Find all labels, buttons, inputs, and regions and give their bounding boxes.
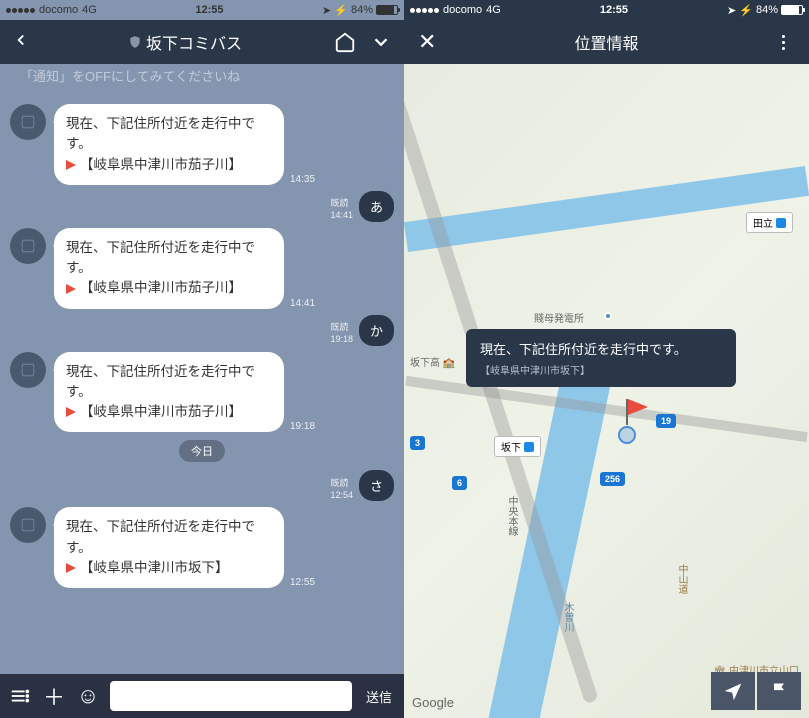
date-separator: 今日 bbox=[179, 440, 225, 462]
status-bar-right: docomo 4G 12:55 ➤ ⚡ 84% bbox=[404, 0, 809, 20]
label-nakasendo: 中山道 bbox=[674, 564, 689, 594]
station-tadachi[interactable]: 田立 bbox=[746, 212, 793, 233]
home-icon[interactable] bbox=[334, 31, 356, 53]
flag-icon bbox=[66, 160, 76, 170]
message-outgoing: 既読12:54 さ bbox=[10, 470, 394, 501]
route-256: 256 bbox=[600, 472, 625, 486]
label-shizumo: 賤母発電所 bbox=[534, 310, 584, 325]
location-pin[interactable] bbox=[626, 399, 628, 425]
bluetooth-icon: ⚡ bbox=[739, 4, 753, 17]
more-icon[interactable] bbox=[771, 35, 795, 50]
message-incoming: 現在、下記住所付近を走行中です。 【岐阜県中津川市茄子川】 14:35 bbox=[10, 104, 394, 185]
close-button[interactable]: ✕ bbox=[418, 29, 442, 55]
location-tooltip[interactable]: 現在、下記住所付近を走行中です。 【岐阜県中津川市坂下】 bbox=[466, 329, 736, 387]
plus-icon[interactable]: ＋ bbox=[42, 684, 66, 708]
send-button[interactable]: 送信 bbox=[362, 687, 396, 706]
avatar[interactable] bbox=[10, 228, 46, 264]
message-outgoing: 既読14:41 あ bbox=[10, 191, 394, 222]
battery-icon bbox=[376, 5, 398, 15]
flag-icon bbox=[66, 407, 76, 417]
station-sakashita[interactable]: 坂下 bbox=[494, 436, 541, 457]
network-label: 4G bbox=[82, 4, 97, 16]
message-time: 14:41 bbox=[290, 298, 315, 309]
avatar[interactable] bbox=[10, 352, 46, 388]
nav-arrow-icon: ➤ bbox=[727, 4, 736, 17]
status-bar-left: docomo 4G 12:55 ➤ ⚡ 84% bbox=[0, 0, 404, 20]
chat-title: 坂下コミバス bbox=[36, 30, 334, 54]
flag-button[interactable] bbox=[757, 672, 801, 710]
google-logo: Google bbox=[412, 695, 454, 710]
gps-marker bbox=[604, 312, 612, 320]
reply-bubble[interactable]: か bbox=[359, 315, 394, 346]
back-button[interactable] bbox=[12, 31, 36, 54]
label-kiso-river: 木曽川 bbox=[560, 602, 575, 632]
message-time: 12:55 bbox=[290, 577, 315, 588]
route-3: 3 bbox=[410, 436, 425, 450]
signal-icon bbox=[6, 8, 35, 13]
location-circle bbox=[618, 426, 636, 444]
bluetooth-icon: ⚡ bbox=[334, 4, 348, 17]
message-incoming: 現在、下記住所付近を走行中です。 【岐阜県中津川市茄子川】 19:18 bbox=[10, 352, 394, 433]
network-label: 4G bbox=[486, 4, 501, 16]
locate-button[interactable] bbox=[711, 672, 755, 710]
chat-screen: docomo 4G 12:55 ➤ ⚡ 84% 坂下コミバス 「通知」をOFFに… bbox=[0, 0, 404, 718]
signal-icon bbox=[410, 8, 439, 13]
message-outgoing: 既読19:18 か bbox=[10, 315, 394, 346]
emoji-icon[interactable]: ☺ bbox=[76, 684, 100, 708]
battery-percent: 84% bbox=[351, 4, 373, 16]
flag-icon bbox=[66, 563, 76, 573]
nav-arrow-icon: ➤ bbox=[322, 4, 331, 17]
message-incoming: 現在、下記住所付近を走行中です。 【岐阜県中津川市茄子川】 14:41 bbox=[10, 228, 394, 309]
input-bar: ＋ ☺ 送信 bbox=[0, 674, 404, 718]
menu-icon[interactable] bbox=[8, 684, 32, 708]
status-time: 12:55 bbox=[501, 4, 727, 16]
message-meta: 既読14:41 bbox=[330, 198, 353, 221]
label-chuo-line: 中央本線 bbox=[504, 496, 519, 536]
carrier-label: docomo bbox=[39, 4, 78, 16]
avatar[interactable] bbox=[10, 507, 46, 543]
tooltip-title: 現在、下記住所付近を走行中です。 bbox=[480, 339, 722, 358]
chat-messages[interactable]: 「通知」をOFFにしてみてくださいね 現在、下記住所付近を走行中です。 【岐阜県… bbox=[0, 64, 404, 674]
map-header: ✕ 位置情報 bbox=[404, 20, 809, 64]
label-sakashita-high: 坂下高 🏫 bbox=[410, 354, 455, 369]
map-screen: docomo 4G 12:55 ➤ ⚡ 84% ✕ 位置情報 田立 坂下 3 6… bbox=[404, 0, 809, 718]
map-title: 位置情報 bbox=[442, 30, 771, 54]
status-time: 12:55 bbox=[97, 4, 322, 16]
map-canvas[interactable]: 田立 坂下 3 6 19 256 坂下高 🏫 賤母発電所 中央本線 木曽川 中山… bbox=[404, 64, 809, 718]
route-6: 6 bbox=[452, 476, 467, 490]
battery-icon bbox=[781, 5, 803, 15]
battery-percent: 84% bbox=[756, 4, 778, 16]
reply-bubble[interactable]: さ bbox=[359, 470, 394, 501]
message-incoming: 現在、下記住所付近を走行中です。 【岐阜県中津川市坂下】 12:55 bbox=[10, 507, 394, 588]
message-time: 14:35 bbox=[290, 174, 315, 185]
reply-bubble[interactable]: あ bbox=[359, 191, 394, 222]
message-meta: 既読12:54 bbox=[330, 478, 353, 501]
message-time: 19:18 bbox=[290, 421, 315, 432]
message-bubble[interactable]: 現在、下記住所付近を走行中です。 【岐阜県中津川市茄子川】 bbox=[54, 104, 284, 185]
message-input[interactable] bbox=[110, 681, 352, 711]
faded-notice: 「通知」をOFFにしてみてくださいね bbox=[0, 64, 404, 90]
carrier-label: docomo bbox=[443, 4, 482, 16]
route-19: 19 bbox=[656, 414, 676, 428]
flag-icon bbox=[66, 284, 76, 294]
message-meta: 既読19:18 bbox=[330, 322, 353, 345]
chevron-down-icon[interactable] bbox=[370, 31, 392, 53]
chat-header: 坂下コミバス bbox=[0, 20, 404, 64]
message-bubble[interactable]: 現在、下記住所付近を走行中です。 【岐阜県中津川市坂下】 bbox=[54, 507, 284, 588]
tooltip-subtitle: 【岐阜県中津川市坂下】 bbox=[480, 362, 722, 377]
message-bubble[interactable]: 現在、下記住所付近を走行中です。 【岐阜県中津川市茄子川】 bbox=[54, 352, 284, 433]
shield-icon bbox=[128, 35, 142, 49]
avatar[interactable] bbox=[10, 104, 46, 140]
message-bubble[interactable]: 現在、下記住所付近を走行中です。 【岐阜県中津川市茄子川】 bbox=[54, 228, 284, 309]
